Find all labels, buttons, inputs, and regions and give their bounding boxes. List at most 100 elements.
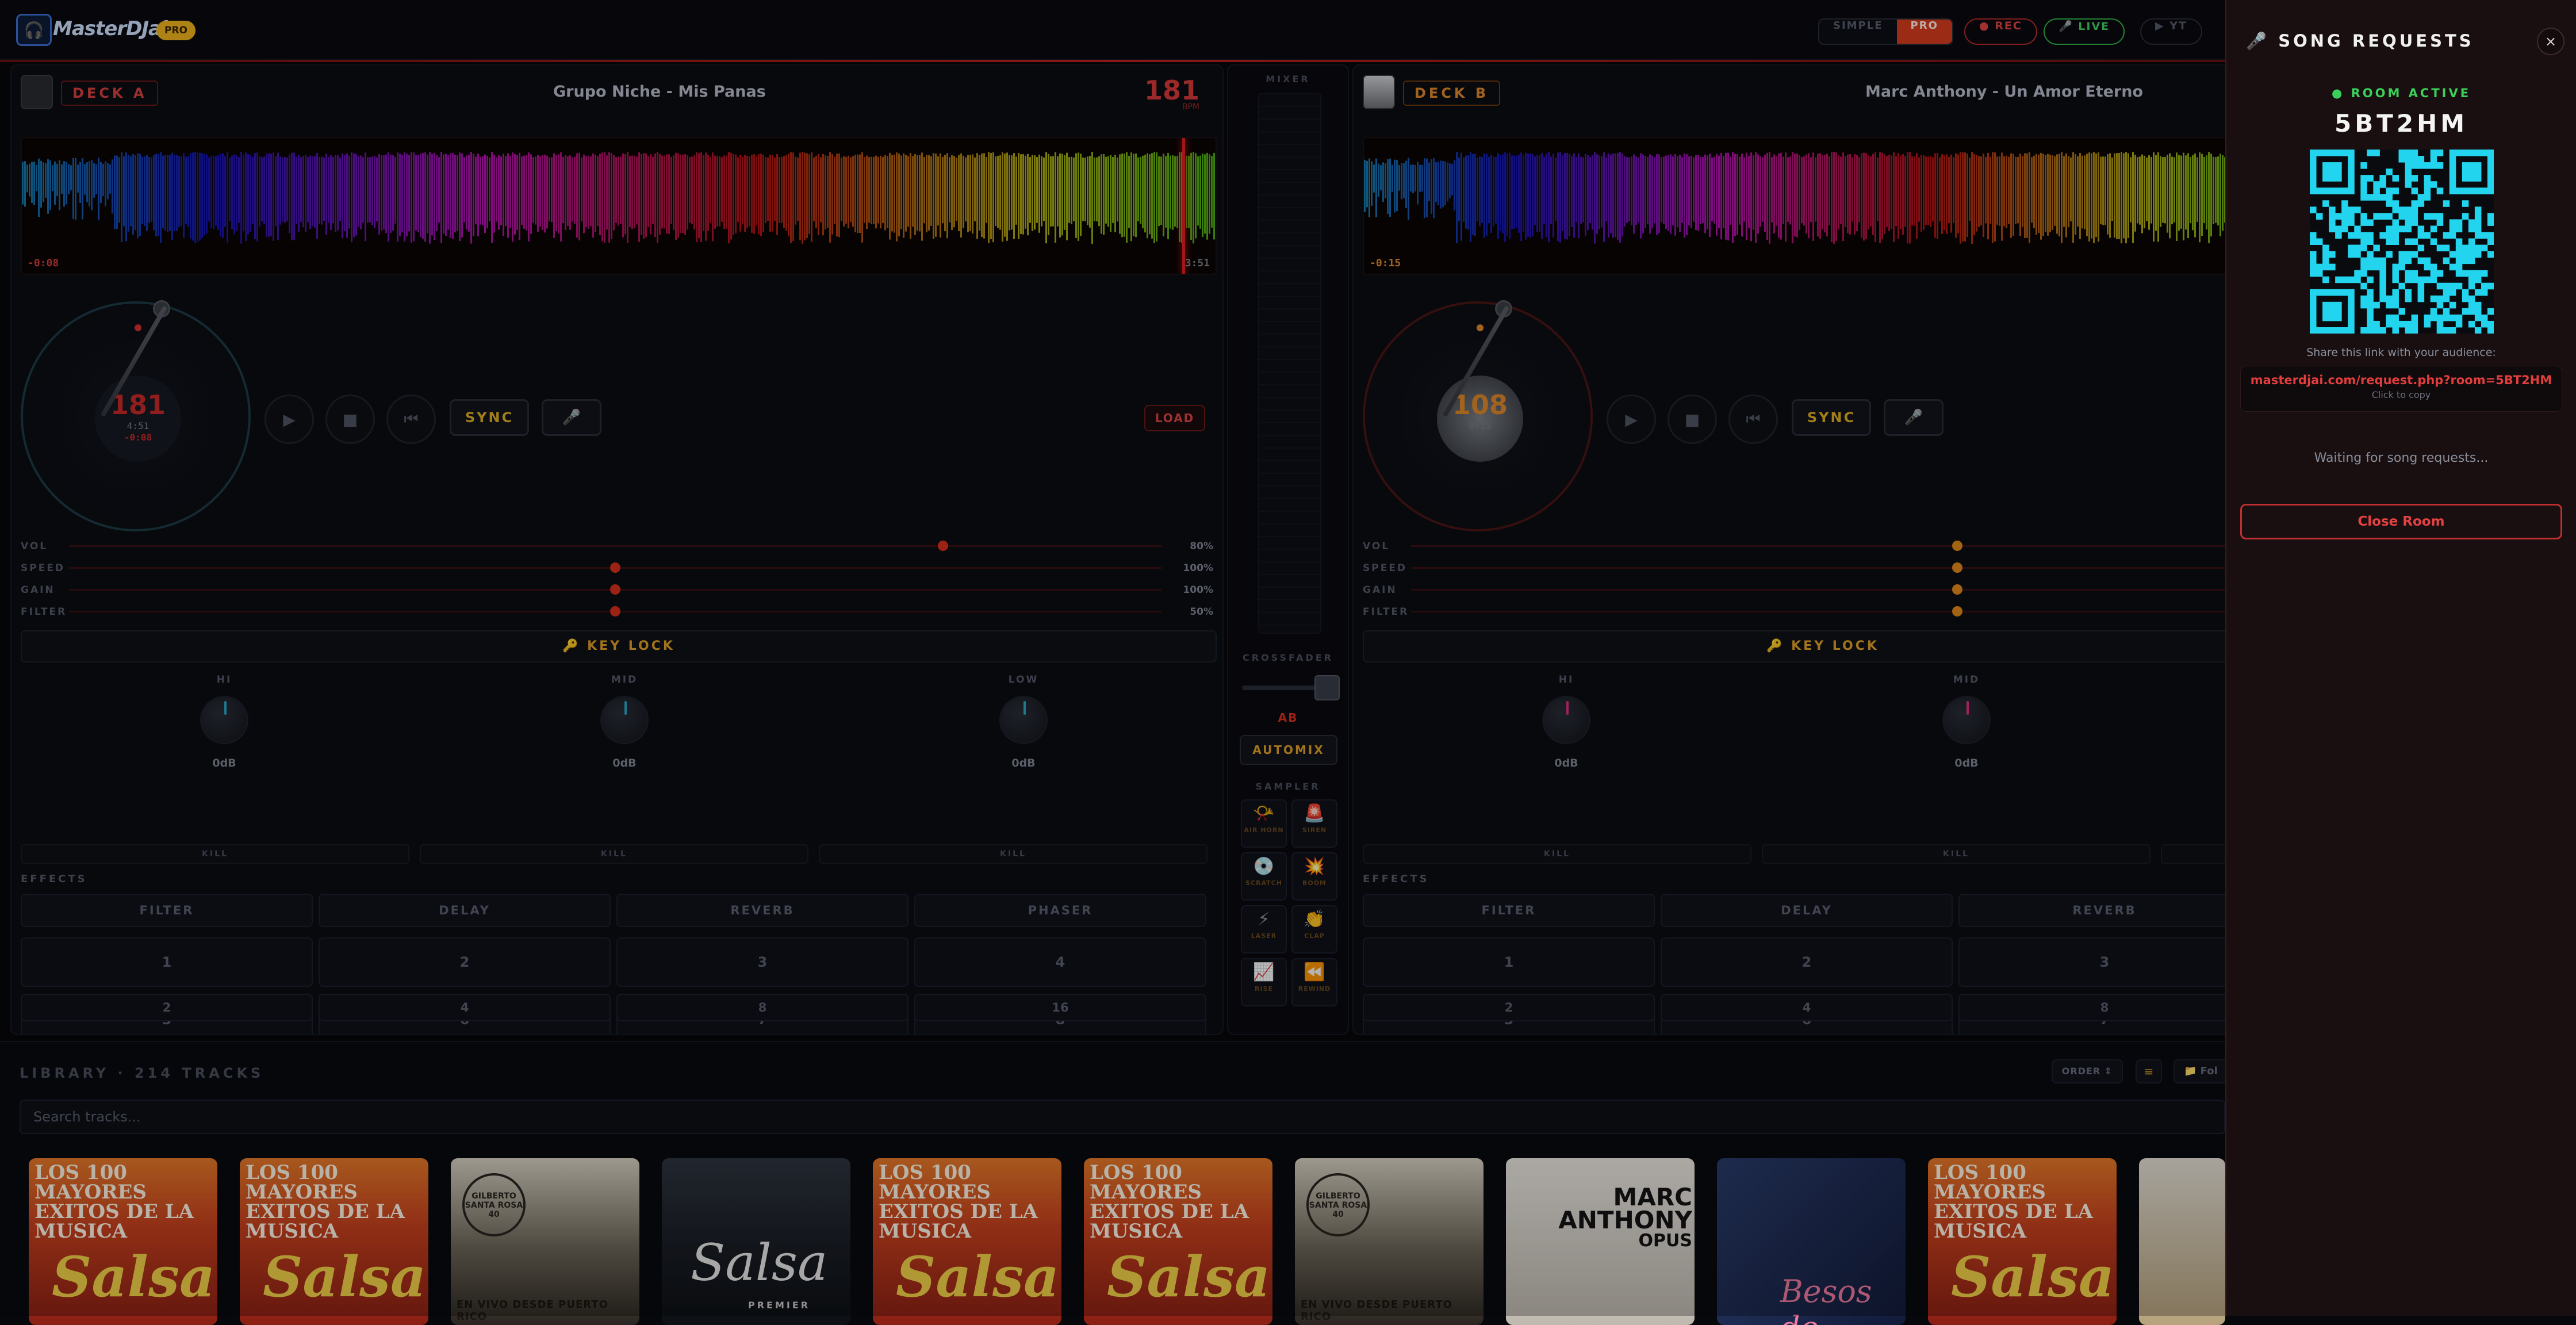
- hotcue-pad-2[interactable]: 2: [319, 937, 611, 987]
- effect-filter-button[interactable]: FILTER: [1363, 894, 1655, 927]
- slider-filter[interactable]: FILTER: [1354, 603, 2271, 620]
- search-input[interactable]: [20, 1100, 2225, 1134]
- eq-hi-knob[interactable]: [1542, 696, 1590, 744]
- order-select[interactable]: ORDER ⇕: [2052, 1059, 2123, 1083]
- slider-track[interactable]: [1411, 589, 2271, 591]
- track-cover[interactable]: MARC ANTHONY OPUS: [1506, 1158, 1695, 1325]
- loop-8-button[interactable]: 8: [1958, 994, 2251, 1021]
- loop-4-button[interactable]: 4: [319, 994, 611, 1021]
- track-cover[interactable]: LOS 100 MAYORES EXITOS DE LA MUSICA Salsa: [1084, 1158, 1272, 1325]
- eq-mid-knob[interactable]: [600, 696, 649, 744]
- slider-track[interactable]: [1411, 545, 2271, 547]
- slider-track[interactable]: [69, 545, 1162, 547]
- deck-b-platter[interactable]: 108 0:15: [1363, 300, 1593, 531]
- automix-button[interactable]: AUTOMIX: [1240, 735, 1337, 765]
- effect-delay-button[interactable]: DELAY: [1661, 894, 1953, 927]
- slider-handle[interactable]: [1952, 562, 1962, 573]
- hotcue-pad-2[interactable]: 2: [1661, 937, 1953, 987]
- slider-handle[interactable]: [610, 562, 620, 573]
- loop-16-button[interactable]: 16: [914, 994, 1206, 1021]
- track-cover[interactable]: GILBERTO SANTA ROSA 40 EN VIVO DESDE PUER…: [1295, 1158, 1483, 1325]
- eq-mid-knob[interactable]: [1942, 696, 1991, 744]
- deck-a-keylock-button[interactable]: 🔑 KEY LOCK: [21, 630, 1217, 662]
- loop-8-button[interactable]: 8: [616, 994, 908, 1021]
- share-link[interactable]: masterdjai.com/request.php?room=5BT2HM: [2241, 373, 2562, 387]
- mode-pro-button[interactable]: PRO: [1896, 20, 1952, 44]
- eq-mid-kill-button[interactable]: KILL: [1762, 844, 2150, 864]
- deck-b-keylock-button[interactable]: 🔑 KEY LOCK: [1363, 630, 2271, 662]
- effect-delay-button[interactable]: DELAY: [319, 894, 611, 927]
- deck-a-platter[interactable]: 181 4:51 -0:08: [21, 300, 251, 531]
- hotcue-pad-1[interactable]: 1: [1363, 937, 1655, 987]
- loop-2-button[interactable]: 2: [1363, 994, 1655, 1021]
- track-cover[interactable]: LOS 100 MAYORES EXITOS DE LA MUSICA Salsa: [240, 1158, 428, 1325]
- slider-gain[interactable]: GAIN 100%: [12, 581, 1222, 598]
- sample-siren-button[interactable]: 🚨 SIREN: [1291, 799, 1337, 848]
- sample-rise-button[interactable]: 📈 RISE: [1241, 958, 1287, 1006]
- slider-handle[interactable]: [938, 541, 948, 551]
- deck-a-stop-button[interactable]: ■: [325, 395, 375, 444]
- track-cover[interactable]: LOS 100 MAYORES EXITOS DE LA MUSICA Salsa: [873, 1158, 1061, 1325]
- share-link-box[interactable]: masterdjai.com/request.php?room=5BT2HM C…: [2240, 366, 2562, 412]
- slider-speed[interactable]: SPEED 100%: [12, 559, 1222, 576]
- slider-handle[interactable]: [1952, 584, 1962, 595]
- track-cover[interactable]: GILBERTO SANTA ROSA 40 EN VIVO DESDE PUER…: [451, 1158, 639, 1325]
- deck-a-mic-button[interactable]: 🎤: [542, 399, 601, 436]
- track-cover[interactable]: [2139, 1158, 2225, 1325]
- effect-filter-button[interactable]: FILTER: [21, 894, 313, 927]
- slider-vol[interactable]: VOL: [1354, 537, 2271, 554]
- eq-low-knob[interactable]: [999, 696, 1048, 744]
- effect-reverb-button[interactable]: REVERB: [616, 894, 908, 927]
- sample-boom-button[interactable]: 💥 BOOM: [1291, 852, 1337, 901]
- eq-hi-kill-button[interactable]: KILL: [21, 844, 409, 864]
- sample-laser-button[interactable]: ⚡ LASER: [1241, 905, 1287, 953]
- slider-handle[interactable]: [1952, 606, 1962, 616]
- eq-mid-kill-button[interactable]: KILL: [420, 844, 808, 864]
- deck-b-sync-button[interactable]: SYNC: [1792, 399, 1871, 436]
- slider-handle[interactable]: [610, 606, 620, 616]
- track-cover[interactable]: Salsa PREMIER: [662, 1158, 850, 1325]
- effect-reverb-button[interactable]: REVERB: [1958, 894, 2251, 927]
- deck-b-play-button[interactable]: ▶: [1607, 395, 1656, 444]
- deck-b-cue-button[interactable]: ⏮: [1728, 395, 1778, 444]
- crossfader-handle[interactable]: [1314, 675, 1340, 700]
- hotcue-pad-3[interactable]: 3: [616, 937, 908, 987]
- deck-a-load-button[interactable]: LOAD: [1144, 405, 1205, 431]
- effect-phaser-button[interactable]: PHASER: [914, 894, 1206, 927]
- track-cover[interactable]: LOS 100 MAYORES EXITOS DE LA MUSICA Salsa: [1928, 1158, 2117, 1325]
- track-cover[interactable]: Besos de: [1717, 1158, 1906, 1325]
- deck-a-playhead[interactable]: [1182, 138, 1185, 274]
- deck-b-mic-button[interactable]: 🎤: [1884, 399, 1943, 436]
- hotcue-pad-3[interactable]: 3: [1958, 937, 2251, 987]
- loop-2-button[interactable]: 2: [21, 994, 313, 1021]
- deck-a-sync-button[interactable]: SYNC: [450, 399, 529, 436]
- youtube-button[interactable]: ▶ YT: [2140, 18, 2202, 45]
- slider-handle[interactable]: [610, 584, 620, 595]
- list-view-button[interactable]: ≡: [2136, 1059, 2162, 1083]
- deck-a-play-button[interactable]: ▶: [264, 395, 314, 444]
- slider-track[interactable]: [1411, 611, 2271, 612]
- loop-4-button[interactable]: 4: [1661, 994, 1953, 1021]
- record-button[interactable]: ● REC: [1964, 18, 2037, 45]
- deck-a-cue-button[interactable]: ⏮: [386, 395, 436, 444]
- slider-gain[interactable]: GAIN: [1354, 581, 2271, 598]
- track-cover[interactable]: LOS 100 MAYORES EXITOS DE LA MUSICA Salsa: [29, 1158, 217, 1325]
- slider-vol[interactable]: VOL 80%: [12, 537, 1222, 554]
- eq-hi-kill-button[interactable]: KILL: [1363, 844, 1751, 864]
- live-button[interactable]: 🎤 LIVE: [2044, 18, 2125, 45]
- deck-b-stop-button[interactable]: ■: [1667, 395, 1717, 444]
- slider-filter[interactable]: FILTER 50%: [12, 603, 1222, 620]
- slider-handle[interactable]: [1952, 541, 1962, 551]
- sample-clap-button[interactable]: 👏 CLAP: [1291, 905, 1337, 953]
- slider-track[interactable]: [1411, 567, 2271, 569]
- sample-scratch-button[interactable]: 💿 SCRATCH: [1241, 852, 1287, 901]
- mode-simple-button[interactable]: SIMPLE: [1819, 20, 1897, 44]
- deck-b-waveform[interactable]: -0:15: [1363, 137, 2271, 275]
- eq-hi-knob[interactable]: [200, 696, 248, 744]
- deck-a-waveform[interactable]: -0:08 3:51: [21, 137, 1217, 275]
- eq-low-kill-button[interactable]: KILL: [819, 844, 1208, 864]
- hotcue-pad-1[interactable]: 1: [21, 937, 313, 987]
- close-room-button[interactable]: Close Room: [2240, 504, 2562, 539]
- hotcue-pad-4[interactable]: 4: [914, 937, 1206, 987]
- sample-rewind-button[interactable]: ⏪ REWIND: [1291, 958, 1337, 1006]
